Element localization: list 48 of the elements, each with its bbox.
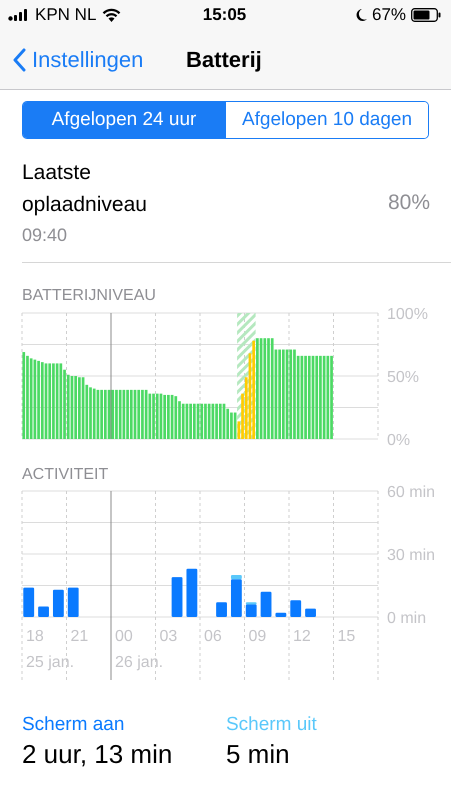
axis-label: 15 bbox=[338, 628, 356, 645]
moon-icon bbox=[354, 8, 367, 22]
battery-percent: 67% bbox=[372, 5, 406, 25]
axis-label: 06 bbox=[204, 628, 222, 645]
date-label: 25 jan. bbox=[26, 654, 74, 671]
carrier-name: KPN NL bbox=[35, 5, 96, 25]
chart-bar bbox=[68, 588, 79, 617]
axis-label: 100% bbox=[387, 306, 428, 323]
axis-label: 00 bbox=[115, 628, 133, 645]
chart-bar bbox=[172, 577, 182, 617]
segment-tab[interactable]: Afgelopen 10 dagen bbox=[225, 102, 428, 138]
chart-bar bbox=[23, 588, 34, 617]
axis-label: 0 min bbox=[387, 610, 426, 627]
axis-label: 21 bbox=[70, 628, 88, 645]
chart-bar bbox=[305, 608, 316, 617]
back-chevron-icon bbox=[12, 48, 26, 72]
section-header: BATTERIJNIVEAU bbox=[22, 287, 157, 305]
chart-bar bbox=[260, 592, 272, 617]
usage-value: 2 uur, 13 min bbox=[22, 738, 174, 771]
axis-label: 03 bbox=[160, 628, 178, 645]
chart-bar bbox=[275, 612, 286, 617]
axis-label: 50% bbox=[387, 369, 420, 386]
axis-label: 60 min bbox=[387, 484, 436, 501]
section-header: ACTIVITEIT bbox=[22, 466, 110, 484]
wifi-icon bbox=[102, 8, 122, 22]
last-charge-label: Laatste oplaadniveau bbox=[22, 160, 148, 218]
signal-icon bbox=[8, 9, 29, 21]
usage-value: 5 min bbox=[226, 738, 291, 771]
axis-label: 0% bbox=[387, 432, 410, 449]
chart-bar bbox=[52, 590, 64, 617]
chart-bar bbox=[38, 606, 49, 617]
segment-tab[interactable]: Afgelopen 24 uur bbox=[23, 102, 225, 138]
clock: 15:05 bbox=[202, 5, 246, 25]
axis-label: 09 bbox=[248, 628, 266, 645]
axis-label: 12 bbox=[293, 628, 311, 645]
battery-icon bbox=[411, 8, 442, 22]
last-charge-value: 80% bbox=[388, 191, 430, 215]
axis-label: 30 min bbox=[387, 547, 436, 564]
axis-label: 18 bbox=[26, 628, 44, 645]
last-charge-time: 09:40 bbox=[22, 224, 68, 247]
chart-bar bbox=[290, 600, 302, 617]
usage-label: Scherm aan bbox=[22, 714, 126, 736]
usage-label: Scherm uit bbox=[226, 714, 318, 736]
chart-bar bbox=[186, 568, 198, 617]
date-label: 26 jan. bbox=[115, 654, 164, 671]
chart-bar bbox=[216, 602, 227, 617]
back-button[interactable]: Instellingen bbox=[8, 30, 148, 89]
page-title: Batterij bbox=[186, 46, 262, 74]
